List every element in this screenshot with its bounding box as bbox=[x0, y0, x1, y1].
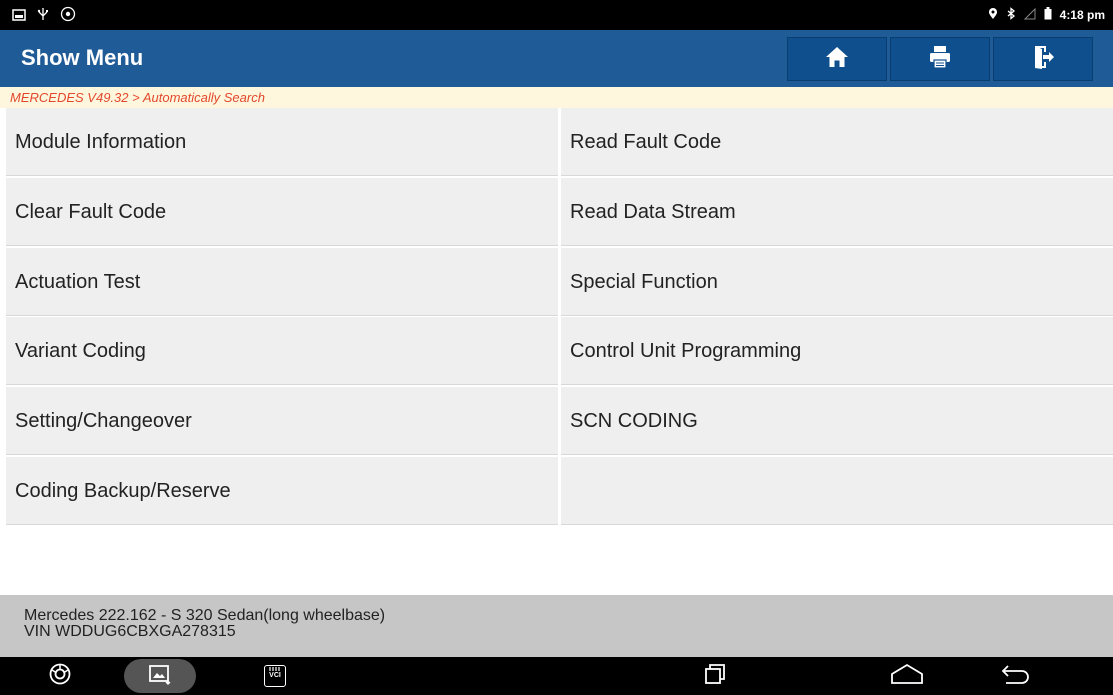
settings-badge-icon bbox=[60, 6, 76, 27]
usb-icon bbox=[36, 7, 50, 26]
recent-apps-button[interactable] bbox=[695, 661, 735, 691]
menu-item-read-data-stream[interactable]: Read Data Stream bbox=[561, 178, 1113, 246]
print-button[interactable] bbox=[890, 37, 990, 81]
menu-item-setting-changeover[interactable]: Setting/Changeover bbox=[6, 387, 558, 455]
home-button[interactable] bbox=[787, 37, 887, 81]
title-bar: Show Menu bbox=[0, 30, 1113, 87]
page-title: Show Menu bbox=[21, 45, 144, 70]
menu-item-empty bbox=[561, 457, 1113, 525]
recent-apps-icon bbox=[704, 663, 726, 690]
breadcrumb: MERCEDES V49.32 > Automatically Search bbox=[0, 87, 1113, 108]
vci-icon: VCI bbox=[264, 665, 286, 687]
menu-item-special-function[interactable]: Special Function bbox=[561, 248, 1113, 316]
status-time: 4:18 pm bbox=[1059, 8, 1105, 22]
menu-item-coding-backup-reserve[interactable]: Coding Backup/Reserve bbox=[6, 457, 558, 525]
signal-icon bbox=[1023, 7, 1036, 23]
gallery-icon bbox=[12, 8, 26, 26]
back-icon bbox=[1000, 663, 1030, 690]
screenshot-icon bbox=[148, 663, 172, 690]
menu-item-module-information[interactable]: Module Information bbox=[6, 108, 558, 176]
home-icon bbox=[823, 43, 851, 76]
home-nav-icon bbox=[890, 663, 924, 690]
back-button[interactable] bbox=[993, 661, 1037, 691]
home-nav-button[interactable] bbox=[885, 661, 929, 691]
vci-button[interactable]: VCI bbox=[260, 660, 290, 692]
location-icon bbox=[988, 7, 998, 23]
menu-item-control-unit-programming[interactable]: Control Unit Programming bbox=[561, 317, 1113, 385]
screenshot-button[interactable] bbox=[124, 659, 196, 693]
browser-icon bbox=[49, 663, 71, 690]
status-bar-left bbox=[12, 6, 76, 27]
menu-item-variant-coding[interactable]: Variant Coding bbox=[6, 317, 558, 385]
vehicle-model: Mercedes 222.162 - S 320 Sedan(long whee… bbox=[24, 607, 386, 624]
bluetooth-icon bbox=[1006, 7, 1016, 23]
exit-button[interactable] bbox=[993, 37, 1093, 81]
vehicle-info-bar: Mercedes 222.162 - S 320 Sedan(long whee… bbox=[0, 595, 1113, 657]
status-bar: 4:18 pm bbox=[0, 0, 1113, 30]
menu-item-scn-coding[interactable]: SCN CODING bbox=[561, 387, 1113, 455]
menu-item-clear-fault-code[interactable]: Clear Fault Code bbox=[6, 178, 558, 246]
exit-icon bbox=[1029, 43, 1057, 76]
menu-item-actuation-test[interactable]: Actuation Test bbox=[6, 248, 558, 316]
vci-label: VCI bbox=[269, 672, 281, 679]
status-bar-right: 4:18 pm bbox=[988, 7, 1105, 23]
menu-item-read-fault-code[interactable]: Read Fault Code bbox=[561, 108, 1113, 176]
navigation-bar: VCI bbox=[0, 657, 1113, 695]
browser-button[interactable] bbox=[40, 661, 80, 691]
vehicle-vin: VIN WDDUG6CBXGA278315 bbox=[24, 623, 236, 640]
battery-icon bbox=[1044, 7, 1052, 23]
printer-icon bbox=[926, 43, 954, 76]
